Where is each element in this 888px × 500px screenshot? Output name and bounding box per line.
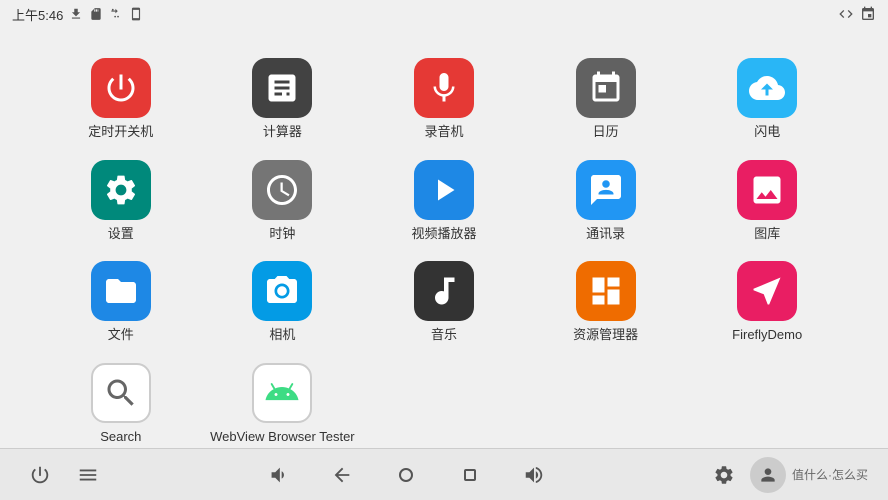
lightning-label: 闪电 — [754, 124, 780, 140]
calendar-icon — [576, 58, 636, 118]
status-left: 上午5:46 — [12, 5, 143, 24]
buy-text: 值什么·怎么买 — [792, 466, 868, 483]
app-power-timer[interactable]: 定时开关机 — [40, 48, 202, 150]
app-firefly-demo[interactable]: FireflyDemo — [686, 251, 848, 353]
status-bar: 上午5:46 — [0, 0, 888, 28]
app-gallery[interactable]: 图库 — [686, 150, 848, 252]
app-music[interactable]: 音乐 — [363, 251, 525, 353]
clock-icon — [252, 160, 312, 220]
status-right — [838, 6, 876, 22]
home-button[interactable] — [386, 455, 426, 495]
clock-label: 时钟 — [269, 226, 295, 242]
app-search[interactable]: Search — [40, 353, 202, 455]
resource-manager-label: 资源管理器 — [573, 327, 638, 343]
camera-icon — [252, 261, 312, 321]
sd-icon — [89, 7, 103, 21]
menu-button[interactable] — [68, 455, 108, 495]
app-grid: 定时开关机 计算器 录音机 日历 闪电 设置 时钟 — [0, 28, 888, 448]
taskbar-settings-button[interactable] — [704, 455, 744, 495]
app-recorder[interactable]: 录音机 — [363, 48, 525, 150]
firefly-demo-icon — [737, 261, 797, 321]
calculator-icon — [252, 58, 312, 118]
resource-manager-icon — [576, 261, 636, 321]
power-timer-label: 定时开关机 — [88, 124, 153, 140]
gallery-icon — [737, 160, 797, 220]
power-button[interactable] — [20, 455, 60, 495]
settings-icon — [91, 160, 151, 220]
taskbar: 值什么·怎么买 — [0, 448, 888, 500]
firefly-demo-label: FireflyDemo — [732, 327, 802, 343]
lightning-icon — [737, 58, 797, 118]
time-display: 上午5:46 — [12, 5, 63, 24]
settings-label: 设置 — [108, 226, 134, 242]
contacts-icon — [576, 160, 636, 220]
video-player-icon — [414, 160, 474, 220]
app-lightning[interactable]: 闪电 — [686, 48, 848, 150]
calendar-label: 日历 — [593, 124, 619, 140]
taskbar-left — [20, 455, 108, 495]
app-calendar[interactable]: 日历 — [525, 48, 687, 150]
app-resource-manager[interactable]: 资源管理器 — [525, 251, 687, 353]
camera-label: 相机 — [269, 327, 295, 343]
calculator-label: 计算器 — [263, 124, 302, 140]
profile-button[interactable] — [750, 457, 786, 493]
download-icon — [69, 7, 83, 21]
contacts-label: 通讯录 — [586, 226, 625, 242]
app-webview-tester[interactable]: WebView Browser Tester — [202, 353, 364, 455]
back-button[interactable] — [322, 455, 362, 495]
app-clock[interactable]: 时钟 — [202, 150, 364, 252]
volume-up-button[interactable] — [514, 455, 554, 495]
app-video-player[interactable]: 视频播放器 — [363, 150, 525, 252]
files-label: 文件 — [108, 327, 134, 343]
buy-icon — [860, 6, 876, 22]
files-icon — [91, 261, 151, 321]
recorder-label: 录音机 — [424, 124, 463, 140]
usb-icon — [109, 7, 123, 21]
recent-button[interactable] — [450, 455, 490, 495]
code-icon — [838, 6, 854, 22]
volume-down-button[interactable] — [258, 455, 298, 495]
screenshot-icon — [129, 7, 143, 21]
search-label: Search — [100, 429, 141, 445]
music-label: 音乐 — [431, 327, 457, 343]
taskbar-center — [258, 455, 554, 495]
recorder-icon — [414, 58, 474, 118]
taskbar-right: 值什么·怎么买 — [704, 455, 868, 495]
search-icon — [91, 363, 151, 423]
app-calculator[interactable]: 计算器 — [202, 48, 364, 150]
app-camera[interactable]: 相机 — [202, 251, 364, 353]
power-timer-icon — [91, 58, 151, 118]
webview-tester-icon — [252, 363, 312, 423]
app-files[interactable]: 文件 — [40, 251, 202, 353]
webview-tester-label: WebView Browser Tester — [210, 429, 355, 445]
gallery-label: 图库 — [754, 226, 780, 242]
video-player-label: 视频播放器 — [411, 226, 476, 242]
music-icon — [414, 261, 474, 321]
app-settings[interactable]: 设置 — [40, 150, 202, 252]
app-contacts[interactable]: 通讯录 — [525, 150, 687, 252]
